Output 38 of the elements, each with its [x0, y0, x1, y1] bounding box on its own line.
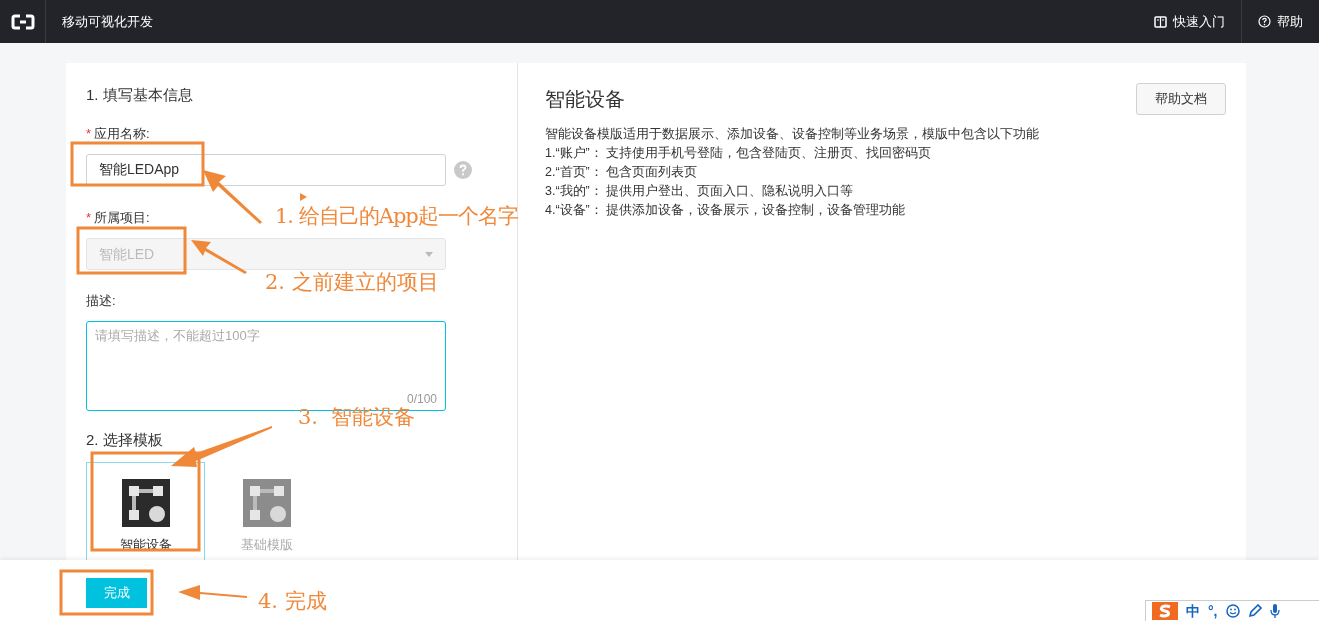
detail-title: 智能设备: [545, 87, 625, 112]
annotation-text: 2. 之前建立的项目: [265, 269, 439, 296]
required-mark: *: [86, 209, 92, 227]
arrow: [178, 585, 247, 600]
description-line: 4.“设备”： 提供添加设备，设备展示，设备控制，设备管理功能: [545, 202, 907, 219]
topbar-link[interactable]: 快速入门: [1138, 0, 1242, 43]
cursor-icon: [300, 193, 307, 201]
field-label: 应用名称:: [94, 125, 150, 143]
annotation-text: 1. 给自己的App起一个名字: [275, 203, 518, 230]
topbar-link[interactable]: 帮助: [1242, 0, 1319, 43]
ime-mode-toggle[interactable]: 中: [1186, 604, 1200, 618]
description-line: 2.“首页”： 包含页面列表页: [545, 164, 699, 181]
annotation-text: 4. 完成: [258, 588, 327, 615]
app-title: 移动可视化开发: [62, 12, 153, 31]
char-counter: 0/100: [406, 391, 437, 407]
help-icon: [1258, 15, 1271, 28]
template-icon: [242, 479, 291, 527]
description-line: 3.“我的”： 提供用户登出、页面入口、隐私说明入口等: [545, 183, 855, 200]
description-line: 智能设备模版适用于数据展示、添加设备、设备控制等业务场景，模版中包含以下功能: [545, 126, 1040, 143]
field-label: 所属项目:: [94, 209, 150, 227]
field-label: 描述:: [86, 292, 116, 310]
template-label: 基础模版: [240, 536, 293, 554]
ime-mode-toggle[interactable]: °,: [1208, 604, 1218, 618]
required-mark: *: [86, 125, 92, 143]
section-title: 2. 选择模板: [86, 430, 164, 450]
logo-icon[interactable]: [10, 13, 35, 30]
book-icon: [1154, 15, 1167, 28]
pen-icon[interactable]: [1247, 604, 1262, 618]
caret-icon: [425, 251, 433, 257]
smiley-icon[interactable]: [1225, 604, 1240, 618]
section-title: 1. 填写基本信息: [86, 85, 194, 105]
template-icon: [121, 479, 170, 527]
microphone-icon[interactable]: [1269, 604, 1280, 618]
app-name-input[interactable]: 智能LEDApp: [86, 154, 446, 186]
description-line: 1.“账户”： 支持使用手机号登陆，包含登陆页、注册页、找回密码页: [545, 145, 933, 162]
arrow: [191, 240, 247, 274]
arrow: [203, 170, 262, 224]
help-docs-button[interactable]: 帮助文档: [1136, 83, 1226, 115]
